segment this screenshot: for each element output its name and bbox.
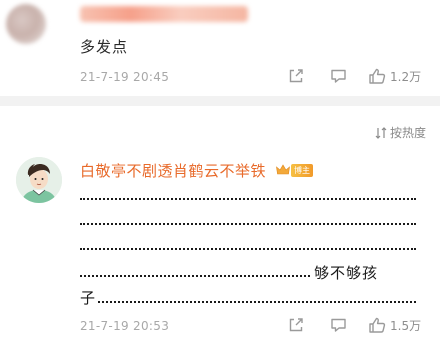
username-link[interactable]: 白敬亭不剧透肖鹤云不举铁 [80, 160, 266, 181]
comment-text-fragment: 子 [80, 289, 97, 307]
dotted-line [80, 198, 416, 200]
crown-icon [276, 164, 290, 175]
avatar-illustration [16, 157, 62, 203]
comment-timestamp: 21-7-19 20:45 [80, 70, 170, 84]
vip-badge: 博主 [276, 163, 313, 177]
comment-icon [331, 69, 346, 83]
dotted-line [80, 223, 416, 225]
comment-button[interactable] [330, 68, 347, 84]
share-button[interactable] [288, 317, 304, 333]
comment-icon [331, 318, 346, 332]
dotted-line [98, 301, 416, 303]
share-icon [289, 69, 303, 83]
comment-card-1: 多发点 21-7-19 20:45 1.2万 [0, 0, 440, 96]
thumbs-up-icon [369, 317, 386, 333]
share-button[interactable] [288, 68, 304, 84]
sort-label: 按热度 [389, 126, 426, 140]
like-button[interactable]: 1.2万 [368, 67, 421, 85]
comment-text: 多发点 [80, 38, 129, 56]
thumbs-up-icon [369, 68, 386, 84]
sort-icon [375, 126, 387, 139]
section-divider [0, 96, 440, 106]
dotted-line [80, 248, 416, 250]
badge-label: 博主 [291, 163, 313, 177]
comment-text-fragment: 够不够孩 [314, 264, 379, 282]
avatar[interactable] [16, 157, 62, 203]
like-count: 1.2万 [390, 69, 422, 84]
like-button[interactable]: 1.5万 [368, 316, 421, 334]
dotted-line [80, 275, 310, 277]
comment-timestamp: 21-7-19 20:53 [80, 319, 170, 333]
avatar-blurred[interactable] [6, 4, 46, 44]
username-blurred[interactable] [80, 6, 248, 22]
share-icon [289, 318, 303, 332]
like-count: 1.5万 [390, 318, 422, 333]
sort-toggle[interactable]: 按热度 [375, 124, 426, 141]
comment-button[interactable] [330, 317, 347, 333]
